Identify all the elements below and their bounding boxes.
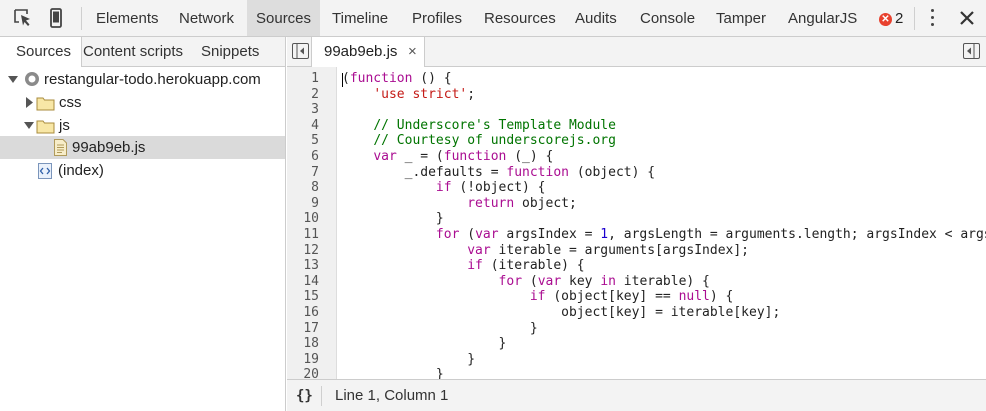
line-number[interactable]: 12	[303, 243, 319, 259]
line-number-gutter: 1 2 3 4 5 6 7 8 9 10 11 12 13 14 15 16 17 18 19 20	[287, 67, 337, 379]
collapsed-arrow-icon[interactable]	[24, 91, 34, 114]
tree-item-label: restangular-todo.herokuapp.com	[44, 71, 261, 88]
navigator-tabs: Sources Content scripts Snippets	[0, 37, 285, 67]
code-line[interactable]: var _ = (function (_) {	[342, 149, 553, 165]
line-number[interactable]: 2	[311, 87, 319, 103]
expanded-arrow-icon[interactable]	[24, 114, 34, 137]
toolbar-divider	[81, 7, 82, 30]
code-line[interactable]: var iterable = arguments[argsIndex];	[342, 243, 749, 259]
code-line[interactable]: if (object[key] == null) {	[342, 289, 734, 305]
code-line[interactable]: if (!object) {	[342, 180, 546, 196]
editor-tab-strip: 99ab9eb.js ×	[287, 37, 986, 67]
code-line[interactable]: 'use strict';	[342, 87, 475, 103]
close-tab-icon[interactable]: ×	[408, 37, 417, 67]
tab-sources-navigator[interactable]: Sources	[0, 37, 83, 67]
toolbar-divider	[914, 7, 915, 30]
error-icon: ✕	[879, 13, 892, 26]
tab-tamper[interactable]: Tamper	[716, 0, 766, 36]
tree-item-index[interactable]: (index)	[0, 159, 285, 182]
line-number[interactable]: 4	[311, 118, 319, 134]
tree-item-label: js	[59, 117, 70, 134]
code-line[interactable]: _.defaults = function (object) {	[342, 165, 655, 181]
code-line[interactable]: for (var key in iterable) {	[342, 274, 710, 290]
tree-item-css[interactable]: css	[0, 91, 285, 114]
code-line[interactable]: }	[342, 321, 538, 337]
error-counter[interactable]: ✕ 2	[879, 0, 903, 36]
tree-item-js[interactable]: js	[0, 114, 285, 137]
tab-audits[interactable]: Audits	[575, 0, 617, 36]
tab-profiles[interactable]: Profiles	[412, 0, 462, 36]
editor-statusbar: {} Line 1, Column 1	[287, 379, 986, 411]
line-number[interactable]: 6	[311, 149, 319, 165]
file-tab[interactable]: 99ab9eb.js ×	[311, 37, 425, 67]
line-number[interactable]: 5	[311, 133, 319, 149]
sources-navigator: Sources Content scripts Snippets restang…	[0, 37, 286, 411]
error-count: 2	[895, 10, 904, 27]
line-number[interactable]: 16	[303, 305, 319, 321]
code-line[interactable]: }	[342, 367, 444, 379]
line-number[interactable]: 20	[303, 367, 319, 379]
more-vertical-icon[interactable]	[931, 9, 935, 27]
tab-resources[interactable]: Resources	[484, 0, 556, 36]
devtools-toolbar: Elements Network Sources Timeline Profil…	[0, 0, 986, 37]
inspect-element-icon[interactable]	[12, 7, 34, 29]
line-number[interactable]: 14	[303, 274, 319, 290]
code-line[interactable]: (function () {	[342, 71, 452, 87]
expanded-arrow-icon[interactable]	[8, 68, 18, 91]
line-number[interactable]: 13	[303, 258, 319, 274]
tree-item-file-99ab9eb[interactable]: 99ab9eb.js	[0, 136, 285, 159]
tree-item-origin[interactable]: restangular-todo.herokuapp.com	[0, 68, 285, 91]
line-number[interactable]: 3	[311, 102, 319, 118]
pretty-print-button[interactable]: {}	[296, 380, 313, 411]
tab-snippets[interactable]: Snippets	[201, 37, 259, 66]
code-line[interactable]: if (iterable) {	[342, 258, 584, 274]
code-line[interactable]: // Courtesy of underscorejs.org	[342, 133, 616, 149]
tab-timeline[interactable]: Timeline	[332, 0, 388, 36]
code-line[interactable]: object[key] = iterable[key];	[342, 305, 780, 321]
code-line[interactable]: for (var argsIndex = 1, argsLength = arg…	[342, 227, 986, 243]
file-tab-label: 99ab9eb.js	[324, 43, 398, 60]
line-number[interactable]: 19	[303, 352, 319, 368]
line-number[interactable]: 17	[303, 321, 319, 337]
line-number[interactable]: 8	[311, 180, 319, 196]
tab-network[interactable]: Network	[179, 0, 234, 36]
line-number[interactable]: 15	[303, 289, 319, 305]
code-line[interactable]: }	[342, 352, 475, 368]
tab-sources[interactable]: Sources	[247, 0, 321, 36]
code-line[interactable]: // Underscore's Template Module	[342, 118, 616, 134]
tree-item-label: 99ab9eb.js	[72, 139, 146, 156]
line-number[interactable]: 18	[303, 336, 319, 352]
line-number[interactable]: 11	[303, 227, 319, 243]
close-icon[interactable]	[956, 7, 978, 29]
line-number[interactable]: 7	[311, 165, 319, 181]
statusbar-divider	[321, 386, 322, 406]
tree-item-label: (index)	[58, 162, 104, 179]
tab-content-scripts[interactable]: Content scripts	[83, 37, 183, 66]
tab-elements[interactable]: Elements	[96, 0, 159, 36]
line-number[interactable]: 9	[311, 196, 319, 212]
code-line[interactable]: }	[342, 211, 444, 227]
toggle-debugger-icon[interactable]	[963, 43, 980, 59]
tab-angularjs[interactable]: AngularJS	[788, 0, 857, 36]
device-mode-icon[interactable]	[45, 7, 67, 29]
cursor-position: Line 1, Column 1	[335, 387, 449, 404]
code-line[interactable]: }	[342, 336, 507, 352]
tab-console[interactable]: Console	[640, 0, 695, 36]
tree-item-label: css	[59, 94, 82, 111]
text-cursor	[342, 73, 343, 87]
line-number[interactable]: 1	[311, 71, 319, 87]
code-line[interactable]: return object;	[342, 196, 577, 212]
code-editor[interactable]: 1 2 3 4 5 6 7 8 9 10 11 12 13 14 15 16 17 18 19 20 (functio…	[287, 67, 986, 379]
html-file-icon	[38, 163, 52, 186]
line-number[interactable]: 10	[303, 211, 319, 227]
toggle-navigator-icon[interactable]	[292, 43, 309, 59]
